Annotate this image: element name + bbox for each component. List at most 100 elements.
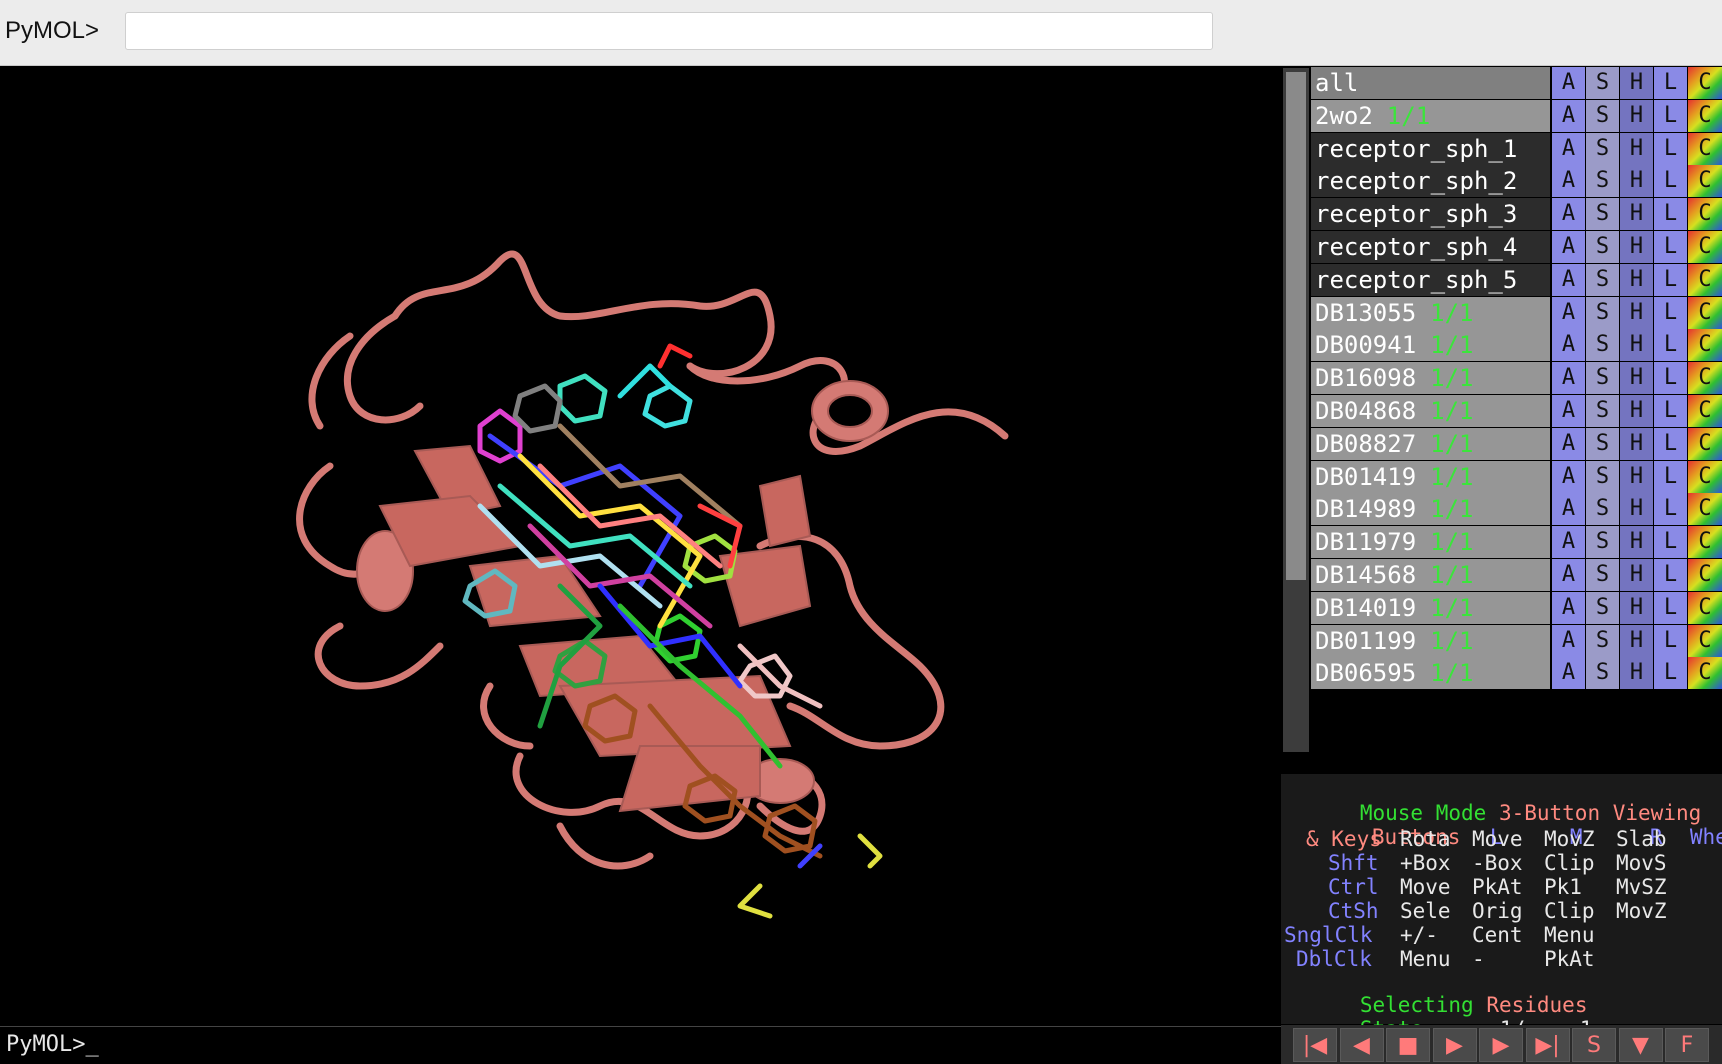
object-h-button[interactable]: H — [1620, 591, 1653, 624]
object-c-button[interactable]: C — [1688, 460, 1722, 493]
object-c-button[interactable]: C — [1688, 231, 1722, 263]
object-c-button[interactable]: C — [1688, 99, 1722, 132]
object-a-button[interactable]: A — [1552, 493, 1585, 526]
object-a-button[interactable]: A — [1552, 263, 1585, 296]
object-row-DB08827[interactable]: DB08827 1/1 A S H L C — [1311, 427, 1722, 461]
object-h-button[interactable]: H — [1620, 427, 1653, 460]
object-s-button[interactable]: S — [1586, 460, 1619, 493]
object-name[interactable]: DB01419 1/1 — [1311, 460, 1550, 493]
object-l-button[interactable]: L — [1654, 165, 1687, 198]
object-a-button[interactable]: A — [1552, 67, 1585, 99]
play-button[interactable]: ▶ — [1432, 1028, 1477, 1062]
object-l-button[interactable]: L — [1654, 296, 1687, 329]
object-c-button[interactable]: C — [1688, 427, 1722, 460]
mouse-mode-panel[interactable]: Mouse Mode 3-Button Viewing Buttons L M R Wh… — [1281, 774, 1722, 1040]
object-name[interactable]: DB13055 1/1 — [1311, 296, 1550, 329]
molecular-viewport[interactable] — [0, 66, 1281, 1026]
object-s-button[interactable]: S — [1586, 624, 1619, 657]
object-name[interactable]: all — [1311, 67, 1550, 99]
object-l-button[interactable]: L — [1654, 67, 1687, 99]
object-l-button[interactable]: L — [1654, 559, 1687, 591]
object-c-button[interactable]: C — [1688, 296, 1722, 329]
command-input[interactable] — [125, 12, 1213, 50]
object-a-button[interactable]: A — [1552, 395, 1585, 427]
object-l-button[interactable]: L — [1654, 329, 1687, 362]
object-row-receptor_sph_1[interactable]: receptor_sph_1 A S H L C — [1311, 132, 1722, 166]
object-a-button[interactable]: A — [1552, 624, 1585, 657]
object-a-button[interactable]: A — [1552, 99, 1585, 132]
object-a-button[interactable]: A — [1552, 132, 1585, 165]
object-a-button[interactable]: A — [1552, 526, 1585, 559]
object-h-button[interactable]: H — [1620, 329, 1653, 362]
object-a-button[interactable]: A — [1552, 362, 1585, 395]
object-c-button[interactable]: C — [1688, 395, 1722, 427]
object-row-DB01419[interactable]: DB01419 1/1 A S H L C — [1311, 460, 1722, 494]
object-s-button[interactable]: S — [1586, 427, 1619, 460]
menu-button[interactable]: ▼ — [1618, 1028, 1663, 1062]
console-bar[interactable]: PyMOL>_ — [0, 1026, 1281, 1064]
object-h-button[interactable]: H — [1620, 165, 1653, 198]
object-a-button[interactable]: A — [1552, 460, 1585, 493]
object-a-button[interactable]: A — [1552, 165, 1585, 198]
object-c-button[interactable]: C — [1688, 624, 1722, 657]
object-c-button[interactable]: C — [1688, 362, 1722, 395]
object-c-button[interactable]: C — [1688, 591, 1722, 624]
object-name[interactable]: DB04868 1/1 — [1311, 395, 1550, 427]
object-name[interactable]: receptor_sph_3 — [1311, 198, 1550, 231]
fullscreen-button[interactable]: F — [1665, 1028, 1709, 1062]
object-l-button[interactable]: L — [1654, 362, 1687, 395]
object-row-all[interactable]: all A S H L C — [1311, 66, 1722, 100]
object-a-button[interactable]: A — [1552, 198, 1585, 231]
object-h-button[interactable]: H — [1620, 198, 1653, 231]
scene-button[interactable]: S — [1572, 1028, 1616, 1062]
object-h-button[interactable]: H — [1620, 231, 1653, 263]
object-s-button[interactable]: S — [1586, 657, 1619, 690]
object-name[interactable]: receptor_sph_1 — [1311, 132, 1550, 165]
object-c-button[interactable]: C — [1688, 132, 1722, 165]
object-a-button[interactable]: A — [1552, 427, 1585, 460]
object-h-button[interactable]: H — [1620, 296, 1653, 329]
object-l-button[interactable]: L — [1654, 591, 1687, 624]
object-l-button[interactable]: L — [1654, 99, 1687, 132]
object-h-button[interactable]: H — [1620, 99, 1653, 132]
object-name[interactable]: DB00941 1/1 — [1311, 329, 1550, 362]
object-l-button[interactable]: L — [1654, 198, 1687, 231]
object-row-2wo2[interactable]: 2wo2 1/1 A S H L C — [1311, 99, 1722, 133]
object-name[interactable]: DB14019 1/1 — [1311, 591, 1550, 624]
object-s-button[interactable]: S — [1586, 198, 1619, 231]
object-h-button[interactable]: H — [1620, 460, 1653, 493]
object-c-button[interactable]: C — [1688, 165, 1722, 198]
object-name[interactable]: DB08827 1/1 — [1311, 427, 1550, 460]
object-h-button[interactable]: H — [1620, 395, 1653, 427]
object-a-button[interactable]: A — [1552, 657, 1585, 690]
end-button[interactable]: ▶| — [1525, 1028, 1570, 1062]
object-name[interactable]: DB06595 1/1 — [1311, 657, 1550, 690]
object-c-button[interactable]: C — [1688, 329, 1722, 362]
object-row-DB06595[interactable]: DB06595 1/1 A S H L C — [1311, 656, 1722, 690]
object-c-button[interactable]: C — [1688, 657, 1722, 690]
object-s-button[interactable]: S — [1586, 559, 1619, 591]
object-c-button[interactable]: C — [1688, 263, 1722, 296]
object-name[interactable]: DB14568 1/1 — [1311, 559, 1550, 591]
object-row-DB14989[interactable]: DB14989 1/1 A S H L C — [1311, 492, 1722, 526]
object-h-button[interactable]: H — [1620, 559, 1653, 591]
object-name[interactable]: receptor_sph_5 — [1311, 263, 1550, 296]
object-row-DB16098[interactable]: DB16098 1/1 A S H L C — [1311, 361, 1722, 395]
object-c-button[interactable]: C — [1688, 559, 1722, 591]
object-a-button[interactable]: A — [1552, 296, 1585, 329]
object-s-button[interactable]: S — [1586, 296, 1619, 329]
object-row-receptor_sph_4[interactable]: receptor_sph_4 A S H L C — [1311, 230, 1722, 264]
object-name[interactable]: DB01199 1/1 — [1311, 624, 1550, 657]
object-l-button[interactable]: L — [1654, 132, 1687, 165]
object-h-button[interactable]: H — [1620, 132, 1653, 165]
object-h-button[interactable]: H — [1620, 624, 1653, 657]
scroll-thumb[interactable] — [1286, 72, 1306, 580]
object-h-button[interactable]: H — [1620, 657, 1653, 690]
stop-button[interactable]: ■ — [1386, 1028, 1430, 1062]
object-s-button[interactable]: S — [1586, 132, 1619, 165]
object-c-button[interactable]: C — [1688, 493, 1722, 526]
object-l-button[interactable]: L — [1654, 657, 1687, 690]
object-s-button[interactable]: S — [1586, 263, 1619, 296]
object-l-button[interactable]: L — [1654, 395, 1687, 427]
object-s-button[interactable]: S — [1586, 165, 1619, 198]
